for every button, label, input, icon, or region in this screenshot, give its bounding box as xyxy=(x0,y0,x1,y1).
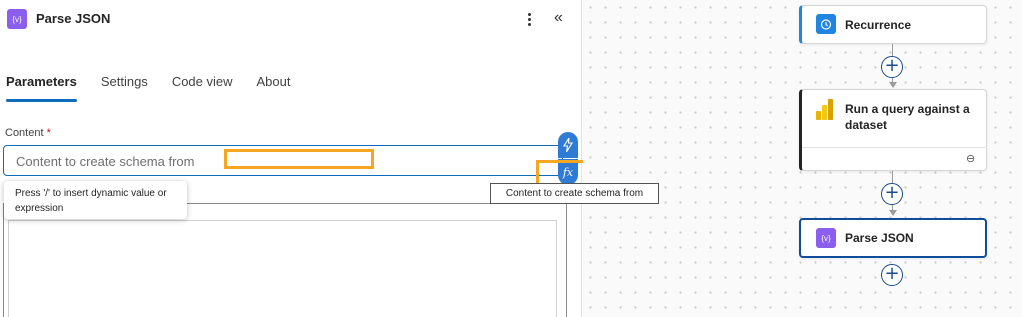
tab-about[interactable]: About xyxy=(257,72,291,102)
parse-json-icon: {v} xyxy=(7,9,27,29)
tab-settings[interactable]: Settings xyxy=(101,72,148,102)
schema-editor[interactable] xyxy=(3,203,567,317)
panel-title: Parse JSON xyxy=(36,11,111,26)
panel-header: {v} Parse JSON « xyxy=(0,0,582,38)
fx-tooltip: Content to create schema from xyxy=(490,183,659,204)
content-field-label: Content * xyxy=(5,127,51,139)
add-action-button-3[interactable]: + xyxy=(881,264,903,286)
tab-parameters[interactable]: Parameters xyxy=(6,72,77,102)
panel-tabs: Parameters Settings Code view About xyxy=(6,72,315,104)
node-title-parse-json: Parse JSON xyxy=(845,231,914,245)
connection-link-icon[interactable]: ⊖ xyxy=(966,152,975,165)
node-title-recurrence: Recurrence xyxy=(845,18,912,32)
node-divider xyxy=(802,147,987,148)
connector-arrow xyxy=(889,210,897,216)
highlight-box-input xyxy=(224,149,374,169)
power-bi-icon xyxy=(816,98,836,120)
clock-icon xyxy=(816,14,836,34)
collapse-panel-icon[interactable]: « xyxy=(554,8,563,28)
content-input-placeholder: Content to create schema from xyxy=(16,154,195,169)
add-action-button-2[interactable]: + xyxy=(881,183,903,205)
tab-code-view[interactable]: Code view xyxy=(172,72,233,102)
add-action-button-1[interactable]: + xyxy=(881,56,903,78)
dynamic-content-lightning-icon[interactable] xyxy=(558,132,578,158)
dynamic-value-hint: Press '/' to insert dynamic value or exp… xyxy=(4,181,187,219)
connector-arrow xyxy=(889,82,897,88)
content-label-text: Content xyxy=(5,127,44,139)
required-marker: * xyxy=(46,127,51,139)
parse-json-icon: {v} xyxy=(816,228,836,248)
schema-editor-area[interactable] xyxy=(8,220,557,317)
node-title-run-query: Run a query against a dataset xyxy=(845,102,970,132)
more-options-button[interactable] xyxy=(522,8,536,30)
